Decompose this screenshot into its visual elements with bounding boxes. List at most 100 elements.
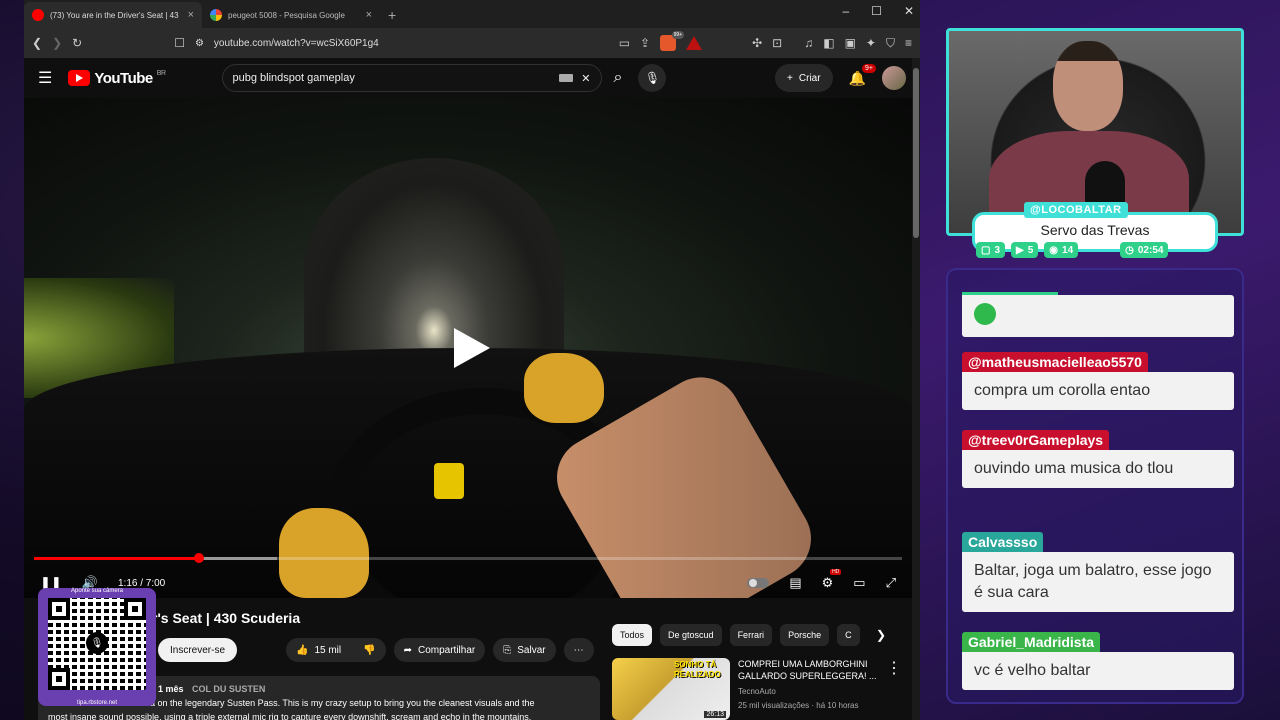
scrollbar-thumb[interactable] — [913, 68, 919, 238]
close-window-icon[interactable]: ✕ — [904, 4, 914, 18]
theater-mode-icon[interactable]: ▭ — [853, 575, 865, 591]
save-button[interactable]: ⎘ Salvar — [493, 638, 556, 662]
plus-icon: + — [787, 72, 793, 84]
keyboard-icon[interactable] — [559, 74, 574, 82]
chat-text — [962, 295, 1234, 337]
hashtag[interactable]: COL DU SUSTEN — [192, 684, 265, 694]
clear-search-icon[interactable]: ✕ — [581, 72, 590, 85]
close-tab-icon[interactable]: × — [188, 9, 194, 21]
sidebar-icon[interactable]: ◧ — [823, 36, 834, 50]
brave-shields-icon[interactable]: 99+ — [660, 31, 685, 51]
reload-icon[interactable]: ↻ — [72, 36, 82, 50]
video-duration: 26:13 — [704, 711, 726, 718]
fullscreen-icon[interactable]: ⤢ — [886, 575, 896, 591]
big-play-icon[interactable] — [448, 326, 492, 370]
description-line: ia on the legendary Susten Pass. This is… — [148, 698, 535, 708]
video-player[interactable]: ❚❚ 🔊 1:16 / 7:00 ▤ ⚙ HD ▭ ⤢ — [24, 98, 912, 598]
youtube-logo[interactable]: YouTube BR — [68, 69, 166, 87]
recommended-video[interactable]: SONHO TÁ REALIZADO 26:13 COMPREI UMA LAM… — [612, 658, 902, 720]
vpn-icon[interactable]: ⛉ — [886, 36, 895, 51]
chat-username: Calvassso — [962, 532, 1044, 552]
subscribe-button[interactable]: Inscrever-se — [158, 638, 238, 662]
like-button[interactable]: 👍 15 mil 👎 — [286, 638, 386, 662]
minimize-icon[interactable]: – — [842, 4, 849, 18]
more-icon: ⋯ — [573, 644, 584, 656]
chat-text: Baltar, joga um balatro, esse jogo é sua… — [962, 552, 1234, 612]
brave-rewards-icon[interactable] — [686, 36, 703, 50]
hamburger-menu-icon[interactable]: ☰ — [38, 68, 52, 88]
description-meta: 1 mês COL DU SUSTEN — [158, 682, 590, 696]
viewers-icon: ◉ — [1049, 244, 1059, 256]
clock-icon: ◷ — [1125, 244, 1134, 256]
stream-title: Servo das Trevas — [1040, 222, 1150, 238]
qr-code: 🎙 — [48, 598, 146, 690]
share-button[interactable]: ➦ Compartilhar — [393, 638, 486, 662]
stream-stats: ▢ 3 ▶ 5 ◉ 14 ◷ 02:54 — [976, 242, 1169, 258]
streamer-handle: @LOCOBALTAR — [1024, 202, 1128, 218]
site-info-icon[interactable]: ⚙ — [195, 38, 204, 49]
chip-more[interactable]: C — [837, 624, 860, 646]
chip-porsche[interactable]: Porsche — [780, 624, 830, 646]
tab-bar: (73) You are in the Driver's Seat | 43 ×… — [24, 0, 920, 28]
dislike-icon[interactable]: 👎 — [363, 645, 375, 656]
recommended-title[interactable]: COMPREI UMA LAMBORGHINI GALLARDO SUPERLE… — [738, 658, 878, 682]
qr-url: tipa.rbstore.net — [76, 700, 118, 706]
more-options-icon[interactable]: ⋮ — [886, 658, 902, 720]
chip-channel[interactable]: De gtoscud — [660, 624, 722, 646]
tab-title: peugeot 5008 - Pesquisa Google — [228, 10, 345, 20]
cast-icon[interactable]: ▭ — [619, 36, 630, 50]
voice-search-icon[interactable]: 🎙 — [638, 64, 667, 92]
scrubber-handle[interactable] — [193, 553, 204, 563]
bookmark-icon[interactable]: ☐ — [174, 36, 185, 50]
chip-ferrari[interactable]: Ferrari — [729, 624, 773, 646]
stream-chat: @matheusmacielleao5570 compra um corolla… — [946, 268, 1244, 704]
chat-message: Calvassso Baltar, joga um balatro, esse … — [962, 532, 1234, 612]
region-code: BR — [156, 69, 166, 77]
video-thumbnail[interactable]: SONHO TÁ REALIZADO 26:13 — [612, 658, 730, 720]
description-line: most insane sound possible, using a trip… — [48, 712, 532, 720]
video-actions: 👍 15 mil 👎 ➦ Compartilhar ⎘ Salvar ⋯ — [286, 638, 594, 662]
recommended-info: COMPREI UMA LAMBORGHINI GALLARDO SUPERLE… — [738, 658, 878, 720]
music-icon[interactable]: ♫ — [804, 36, 813, 50]
autoplay-toggle[interactable] — [747, 578, 770, 588]
chat-icon: ▢ — [981, 244, 991, 256]
notifications-icon[interactable]: 🔔 9+ — [849, 63, 876, 87]
recommended-channel[interactable]: TecnoAuto — [738, 686, 878, 698]
page-scrollbar[interactable] — [912, 58, 920, 720]
tab-google[interactable]: peugeot 5008 - Pesquisa Google × — [202, 2, 380, 28]
stat-youtube: ▶ 5 — [1011, 242, 1039, 258]
menu-icon[interactable]: ≡ — [905, 36, 912, 50]
address-bar: ❮ ❯ ↻ ☐ ⚙ youtube.com/watch?v=wcSiX60P1g… — [24, 28, 920, 58]
related-chips: Todos De gtoscud Ferrari Porsche C — [612, 624, 860, 646]
forward-icon[interactable]: ❯ — [52, 36, 62, 50]
close-tab-icon[interactable]: × — [366, 9, 372, 21]
subtitles-icon[interactable]: ▤ — [789, 575, 801, 591]
maximize-icon[interactable]: ☐ — [871, 4, 882, 18]
back-icon[interactable]: ❮ — [32, 36, 42, 50]
chevron-right-icon[interactable]: ❯ — [876, 628, 886, 642]
address-bar-actions: ▭ ⇪ 99+ ✣ ⊡ ♫ ◧ ▣ ✦ ⛉ ≡ — [619, 31, 912, 51]
player-controls: ❚❚ 🔊 1:16 / 7:00 ▤ ⚙ HD ▭ ⤢ — [24, 568, 912, 598]
progress-bar[interactable] — [34, 553, 902, 563]
search-icon[interactable]: ⌕ — [614, 69, 623, 87]
share-icon[interactable]: ⇪ — [640, 36, 650, 50]
new-tab-icon[interactable]: + — [388, 2, 396, 28]
url-field[interactable]: ⚙ youtube.com/watch?v=wcSiX60P1g4 — [195, 38, 609, 49]
screenshot-icon[interactable]: ⊡ — [772, 36, 782, 50]
qr-instruction: Aponte sua câmera — [70, 588, 124, 594]
thumbnail-text: SONHO TÁ REALIZADO — [674, 660, 721, 679]
stat-uptime: ◷ 02:54 — [1120, 242, 1169, 258]
upload-age: 1 mês — [158, 684, 184, 694]
settings-icon[interactable]: ⚙ HD — [822, 569, 842, 591]
create-button[interactable]: + Criar — [775, 64, 833, 92]
chat-message — [962, 292, 1234, 337]
search-input[interactable]: pubg blindspot gameplay ✕ — [221, 64, 602, 92]
chip-all[interactable]: Todos — [612, 624, 653, 646]
extensions-icon[interactable]: ✣ — [752, 36, 762, 50]
more-actions-button[interactable]: ⋯ — [563, 638, 594, 662]
leo-ai-icon[interactable]: ✦ — [866, 36, 876, 50]
tab-youtube[interactable]: (73) You are in the Driver's Seat | 43 × — [24, 2, 202, 28]
watch-below-player: r's Seat | 430 Scuderia Inscrever-se 👍 1… — [24, 600, 912, 720]
avatar[interactable] — [882, 66, 906, 90]
wallet-icon[interactable]: ▣ — [845, 36, 856, 50]
